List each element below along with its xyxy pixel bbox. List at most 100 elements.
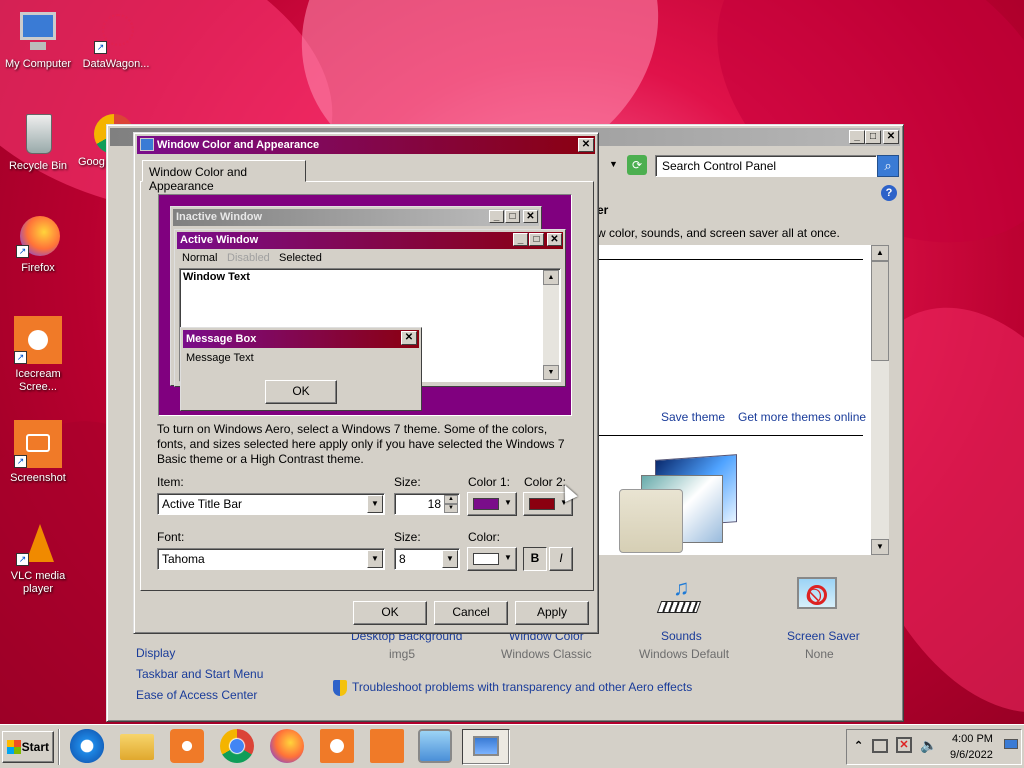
address-dropdown-icon[interactable]: ▼ — [609, 159, 618, 169]
media-player-icon[interactable] — [170, 729, 204, 763]
computer-icon — [16, 10, 60, 54]
italic-toggle[interactable]: I — [549, 547, 573, 571]
preview-maximize-icon: □ — [505, 210, 520, 223]
bold-toggle[interactable]: B — [523, 547, 547, 571]
font-label: Font: — [157, 530, 185, 544]
font-select[interactable]: Tahoma ▼ — [157, 548, 385, 570]
sounds-title[interactable]: Sounds — [661, 629, 702, 643]
preview-window-text: Window Text — [183, 271, 250, 283]
get-more-themes-link[interactable]: Get more themes online — [738, 410, 866, 424]
start-button[interactable]: Start — [2, 731, 54, 763]
selected-theme-tile[interactable] — [619, 489, 683, 553]
preview-msgbox-title: Message Box — [183, 330, 419, 348]
apply-button[interactable]: Apply — [515, 601, 589, 625]
dialog-close-button[interactable]: ✕ — [578, 138, 594, 152]
recycle-bin-icon — [16, 112, 60, 156]
desktop-icon-datawagon[interactable]: ↗ DataWagon... — [78, 10, 154, 71]
desktop-icon-vlc[interactable]: ↗ VLC media player — [0, 522, 76, 596]
chevron-down-icon: ▼ — [504, 553, 512, 562]
shortcut-arrow-icon: ↗ — [14, 351, 27, 364]
datawagon-icon: ↗ — [94, 10, 138, 54]
item-select[interactable]: Active Title Bar ▼ — [157, 493, 385, 515]
minimize-button[interactable]: _ — [849, 130, 865, 144]
desktop-background-value: img5 — [389, 647, 416, 661]
firefox-taskbar-icon[interactable] — [270, 729, 304, 763]
internet-explorer-icon[interactable] — [70, 729, 104, 763]
tab-window-color[interactable]: Window Color and Appearance — [142, 160, 306, 193]
desktop-icon-label: DataWagon... — [82, 58, 150, 70]
aero-info-text: To turn on Windows Aero, select a Window… — [157, 422, 565, 466]
save-theme-link[interactable]: Save theme — [661, 410, 725, 424]
spinner-down-icon[interactable]: ▼ — [444, 504, 458, 513]
network-icon[interactable] — [872, 739, 888, 753]
preview-scrollbar: ▲ ▼ — [543, 270, 559, 380]
file-explorer-icon[interactable] — [120, 734, 154, 760]
chevron-down-icon[interactable]: ▼ — [367, 495, 383, 513]
show-hidden-icons-icon[interactable]: ⌃ — [854, 739, 863, 752]
chevron-down-icon[interactable]: ▼ — [367, 550, 383, 568]
maximize-button[interactable]: □ — [865, 130, 881, 144]
chevron-down-icon[interactable]: ▼ — [442, 550, 458, 568]
screen-saver-icon[interactable]: ⃠ — [795, 575, 839, 619]
desktop-icon-google-chrome[interactable]: Goog — [78, 112, 134, 169]
search-icon[interactable]: ⌕ — [877, 155, 899, 177]
screen-saver-title[interactable]: Screen Saver — [787, 629, 860, 643]
desktop-icon-icecream[interactable]: ↗ Icecream Scree... — [0, 316, 76, 394]
preview-menu-normal: Normal — [182, 252, 218, 264]
color2-swatch — [529, 498, 555, 510]
preview-minimize-icon: _ — [513, 233, 528, 246]
spinner-up-icon[interactable]: ▲ — [444, 495, 458, 504]
preview-close-icon: ✕ — [547, 233, 562, 246]
preview-active-title: Active Window — [177, 232, 563, 249]
shortcut-arrow-icon: ↗ — [16, 553, 29, 566]
preview-msgbox-close-icon: ✕ — [401, 331, 417, 345]
theme-list-scrollbar[interactable]: ▲ ▼ — [871, 245, 889, 555]
camera-icon: ↗ — [14, 420, 62, 468]
item-size-value: 18 — [427, 497, 441, 511]
font-size-label: Size: — [394, 530, 421, 544]
chrome-taskbar-icon[interactable] — [220, 729, 254, 763]
taskbar-separator — [58, 729, 60, 765]
see-also-taskbar[interactable]: Taskbar and Start Menu — [136, 667, 263, 681]
clock-date[interactable]: 9/6/2022 — [950, 749, 993, 761]
page-subtitle-fragment: w color, sounds, and screen saver all at… — [597, 226, 840, 240]
see-also-ease-of-access[interactable]: Ease of Access Center — [136, 688, 257, 702]
troubleshoot-link[interactable]: Troubleshoot problems with transparency … — [352, 680, 692, 694]
desktop-icon-screenshot[interactable]: ↗ Screenshot — [0, 420, 76, 485]
color1-picker[interactable]: ▼ — [467, 492, 517, 516]
control-panel-taskbar-icon[interactable] — [418, 729, 452, 763]
show-desktop-icon[interactable] — [1004, 739, 1018, 749]
chevron-down-icon: ▼ — [504, 498, 512, 507]
screen-saver-value: None — [805, 647, 834, 661]
desktop-icon-label: Goog — [78, 156, 105, 168]
font-color-picker[interactable]: ▼ — [467, 547, 517, 571]
preview-maximize-icon: □ — [529, 233, 544, 246]
sounds-icon[interactable]: ♫ — [655, 575, 705, 621]
shortcut-arrow-icon: ↗ — [94, 41, 107, 54]
monitor-icon — [473, 736, 499, 756]
refresh-icon[interactable]: ⟳ — [627, 155, 647, 175]
item-size-label: Size: — [394, 475, 421, 489]
volume-icon[interactable]: 🔈 — [920, 737, 937, 754]
cancel-button[interactable]: Cancel — [434, 601, 508, 625]
desktop-icon-my-computer[interactable]: My Computer — [0, 10, 76, 71]
dialog-title: Window Color and Appearance — [157, 139, 320, 151]
screenshot-taskbar-icon[interactable] — [370, 729, 404, 763]
ok-button[interactable]: OK — [353, 601, 427, 625]
search-input[interactable]: Search Control Panel — [655, 155, 877, 177]
close-button[interactable]: ✕ — [883, 130, 899, 144]
action-center-icon[interactable]: ✕ — [896, 737, 912, 753]
item-select-value: Active Title Bar — [162, 497, 243, 511]
window-color-dialog: Window Color and Appearance ✕ Window Col… — [133, 132, 599, 634]
clock-time[interactable]: 4:00 PM — [952, 733, 993, 745]
display-settings-taskbar-button[interactable] — [462, 729, 510, 765]
font-size-select[interactable]: 8 ▼ — [394, 548, 460, 570]
desktop-icon-firefox[interactable]: ↗ Firefox — [0, 214, 76, 275]
icecream-taskbar-icon[interactable] — [320, 729, 354, 763]
desktop-icon-recycle-bin[interactable]: Recycle Bin — [0, 112, 76, 173]
windows-logo-icon — [7, 740, 21, 754]
help-icon[interactable]: ? — [881, 185, 897, 201]
item-size-spinner[interactable]: 18 ▲ ▼ — [394, 493, 460, 515]
see-also-display[interactable]: Display — [136, 646, 175, 660]
preview-minimize-icon: _ — [489, 210, 504, 223]
